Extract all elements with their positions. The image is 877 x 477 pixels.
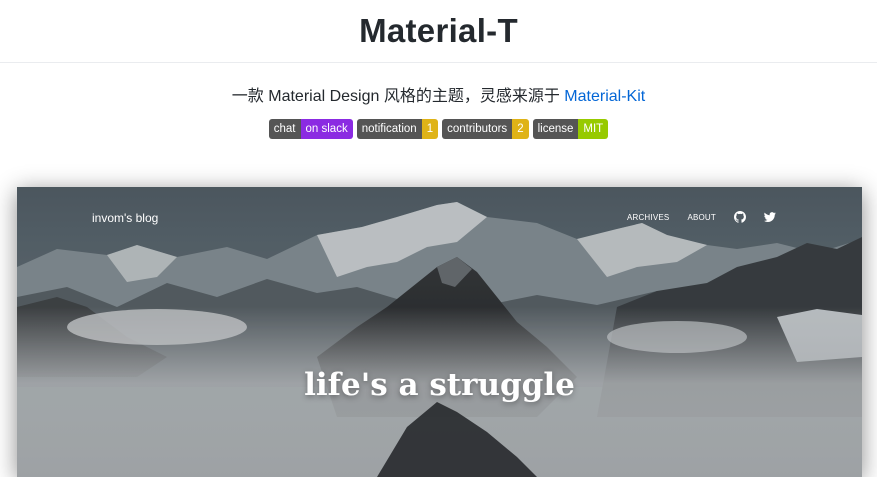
badge-chat[interactable]: chat on slack xyxy=(268,119,353,139)
badge-notification[interactable]: notification 1 xyxy=(356,119,439,139)
theme-preview-screenshot: invom's blog ARCHIVES ABOUT life's a str… xyxy=(17,187,862,477)
badge-contributors[interactable]: contributors 2 xyxy=(442,119,529,139)
page-title: Material-T xyxy=(359,12,518,49)
nav-about[interactable]: ABOUT xyxy=(687,213,716,222)
badge-label: contributors xyxy=(442,119,513,139)
material-kit-link[interactable]: Material-Kit xyxy=(564,88,645,105)
github-icon[interactable] xyxy=(734,211,746,223)
twitter-icon[interactable] xyxy=(764,211,776,223)
badge-label: chat xyxy=(268,119,301,139)
badge-label: notification xyxy=(356,119,422,139)
nav-archives[interactable]: ARCHIVES xyxy=(627,213,670,222)
badge-row: chat on slack notification 1 contributor… xyxy=(0,119,877,139)
blog-name[interactable]: invom's blog xyxy=(92,211,158,225)
hero-title: life's a struggle xyxy=(304,367,575,403)
badge-value: 1 xyxy=(421,119,439,139)
badge-value: 2 xyxy=(512,119,529,139)
preview-nav: ARCHIVES ABOUT xyxy=(609,211,776,223)
mountain-background xyxy=(17,187,862,477)
description-text: 一款 Material Design 风格的主题，灵感来源于 xyxy=(231,88,565,105)
badge-license[interactable]: license MIT xyxy=(532,119,609,139)
badge-value: on slack xyxy=(300,119,353,139)
badge-value: MIT xyxy=(578,119,609,139)
badge-label: license xyxy=(532,119,579,139)
page-header: Material-T xyxy=(0,0,877,63)
description: 一款 Material Design 风格的主题，灵感来源于 Material-… xyxy=(0,82,877,106)
